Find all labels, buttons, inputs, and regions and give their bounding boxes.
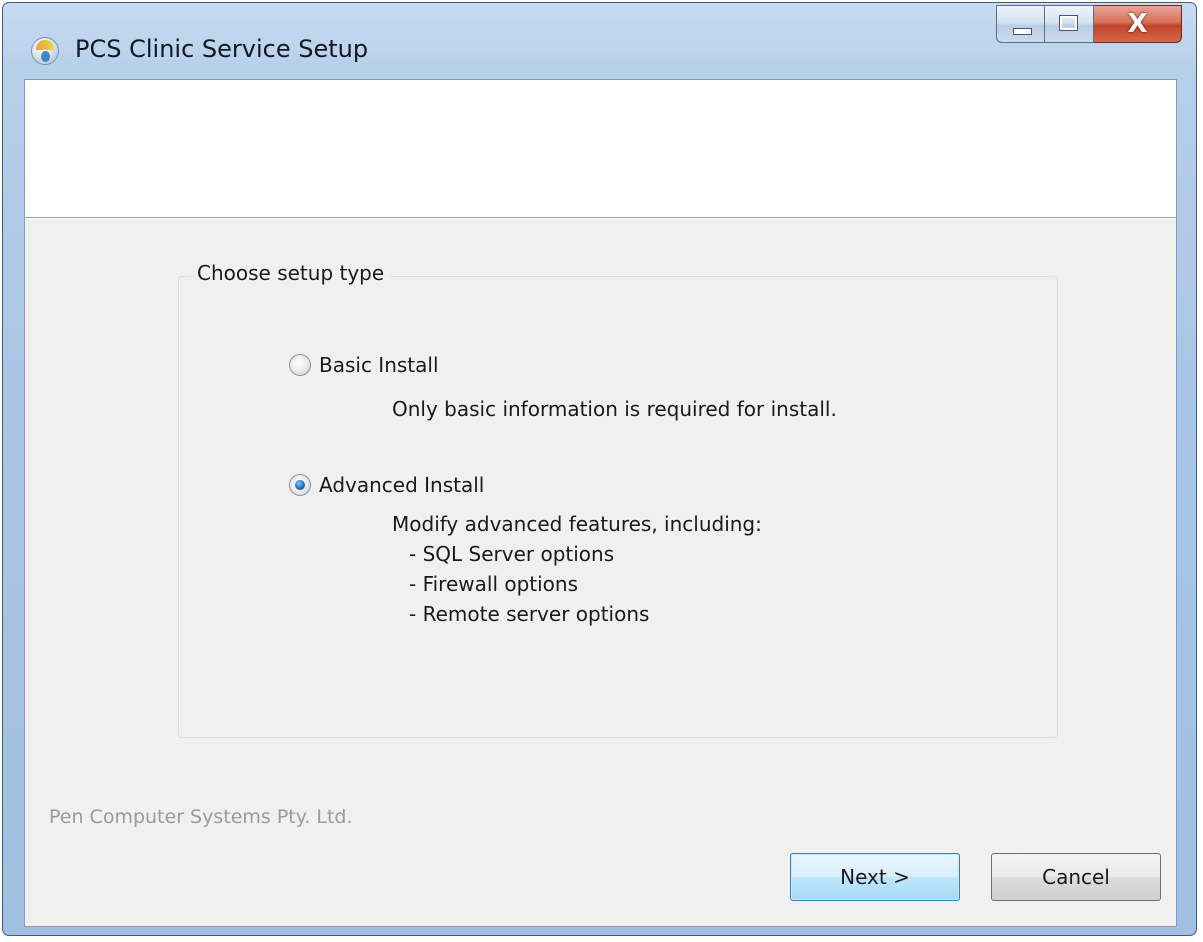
setup-type-group: Choose setup type Basic Install Only bas… [178,261,1058,738]
setup-window: PCS Clinic Service Setup X Choose setup … [2,2,1197,936]
caption-buttons: X [996,5,1182,45]
advanced-install-description: Modify advanced features, including: [392,512,762,536]
title-bar[interactable]: PCS Clinic Service Setup X [3,3,1196,79]
maximize-icon [1059,15,1078,31]
radio-advanced-install[interactable]: Advanced Install [289,473,484,497]
dialog-client-area: Choose setup type Basic Install Only bas… [24,79,1177,927]
basic-install-description: Only basic information is required for i… [392,397,837,421]
feature-remote-server: - Remote server options [409,602,650,626]
header-banner [25,80,1176,218]
minimize-button[interactable] [996,5,1045,43]
pcs-app-icon [31,37,59,65]
advanced-install-label: Advanced Install [319,473,485,497]
company-name: Pen Computer Systems Pty. Ltd. [49,806,353,828]
radio-basic-install[interactable]: Basic Install [289,353,439,377]
basic-install-label: Basic Install [319,353,439,377]
window-title: PCS Clinic Service Setup [75,35,369,63]
maximize-button[interactable] [1045,5,1094,43]
advanced-install-radio[interactable] [289,474,311,496]
close-button[interactable]: X [1094,5,1182,43]
close-icon: X [1127,9,1148,39]
group-legend: Choose setup type [191,261,391,285]
feature-sql-server: - SQL Server options [409,542,615,566]
next-button[interactable]: Next > [790,853,960,901]
cancel-button[interactable]: Cancel [991,853,1161,901]
icon-wedge [36,40,54,50]
feature-firewall: - Firewall options [409,572,579,596]
header-divider [25,218,1176,219]
basic-install-radio[interactable] [289,354,311,376]
icon-drop [41,51,50,62]
minimize-icon [1013,28,1032,35]
